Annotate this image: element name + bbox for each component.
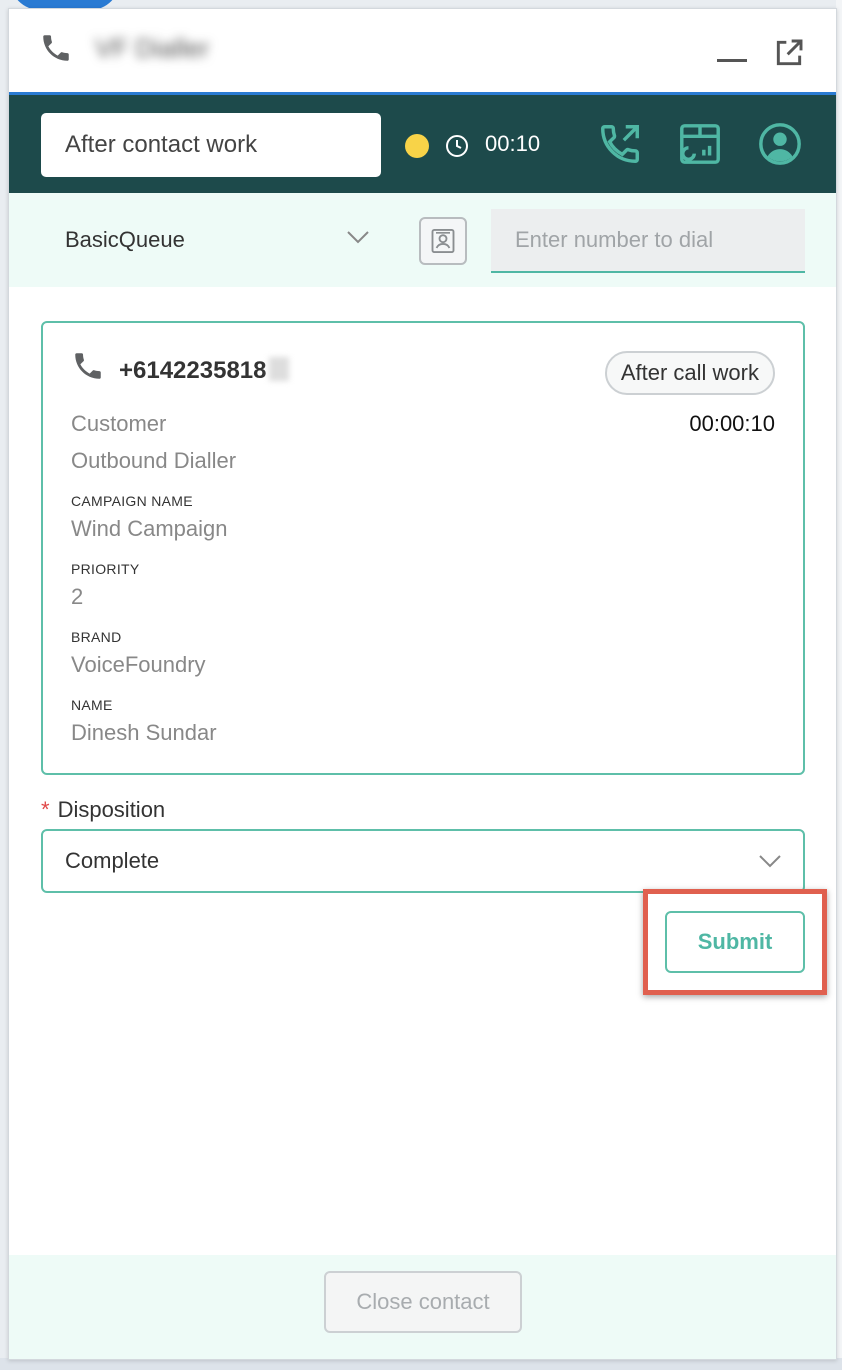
phone-icon: [43, 35, 69, 61]
phone-icon: [75, 353, 101, 379]
chevron-down-icon[interactable]: [347, 231, 369, 245]
contact-card: +6142235818 After call work 00:00:10 Cus…: [41, 321, 805, 775]
contact-state-badge: After call work: [604, 351, 775, 395]
contact-card-icon: [431, 228, 455, 254]
disposition-label: * Disposition: [41, 797, 165, 823]
agent-status-select[interactable]: After contact work: [41, 113, 381, 177]
attribute-value: Dinesh Sundar: [71, 720, 217, 745]
queue-row: BasicQueue: [9, 193, 836, 287]
status-indicator: [405, 134, 429, 158]
contact-elapsed-time: 00:00:10: [689, 411, 775, 436]
footer-bar: Close contact: [9, 1255, 836, 1359]
profile-icon[interactable]: [757, 121, 803, 167]
chevron-down-icon: [759, 855, 781, 868]
attribute-label: NAME: [71, 697, 113, 713]
window-title: VF Dialler: [95, 33, 210, 63]
title-bar: VF Dialler: [9, 9, 836, 95]
contact-source: Outbound Dialler: [71, 448, 237, 473]
contact-role: Customer: [71, 411, 167, 436]
dial-number-input[interactable]: [491, 209, 805, 273]
disposition-select[interactable]: Complete: [41, 829, 805, 893]
contact-number-text: +6142235818: [119, 357, 267, 384]
required-marker: *: [41, 797, 50, 822]
attribute-value: Wind Campaign: [71, 516, 228, 541]
attribute-label: BRAND: [71, 629, 122, 645]
attribute-label: PRIORITY: [71, 561, 140, 577]
close-contact-button[interactable]: Close contact: [324, 1271, 522, 1333]
queue-select-value[interactable]: BasicQueue: [65, 227, 185, 253]
attribute-value: 2: [71, 584, 84, 609]
popout-icon[interactable]: [773, 37, 805, 69]
submit-button[interactable]: Submit: [665, 911, 805, 973]
status-header: After contact work 00:10: [9, 95, 836, 193]
disposition-value: Complete: [65, 848, 160, 873]
attribute-label: CAMPAIGN NAME: [71, 493, 193, 509]
contacts-button[interactable]: [419, 217, 467, 265]
dialler-window: VF Dialler After contact work 00:10 Basi…: [8, 8, 837, 1360]
clock-icon: [446, 135, 468, 157]
status-timer: 00:10: [485, 131, 541, 156]
attribute-value: VoiceFoundry: [71, 652, 206, 677]
disposition-label-text: Disposition: [57, 797, 166, 822]
minimize-icon[interactable]: [717, 59, 747, 62]
dashboard-icon[interactable]: [677, 121, 723, 167]
contact-number: +6142235818: [119, 357, 289, 385]
redacted-digit: [268, 357, 289, 381]
outbound-call-icon[interactable]: [597, 121, 643, 167]
